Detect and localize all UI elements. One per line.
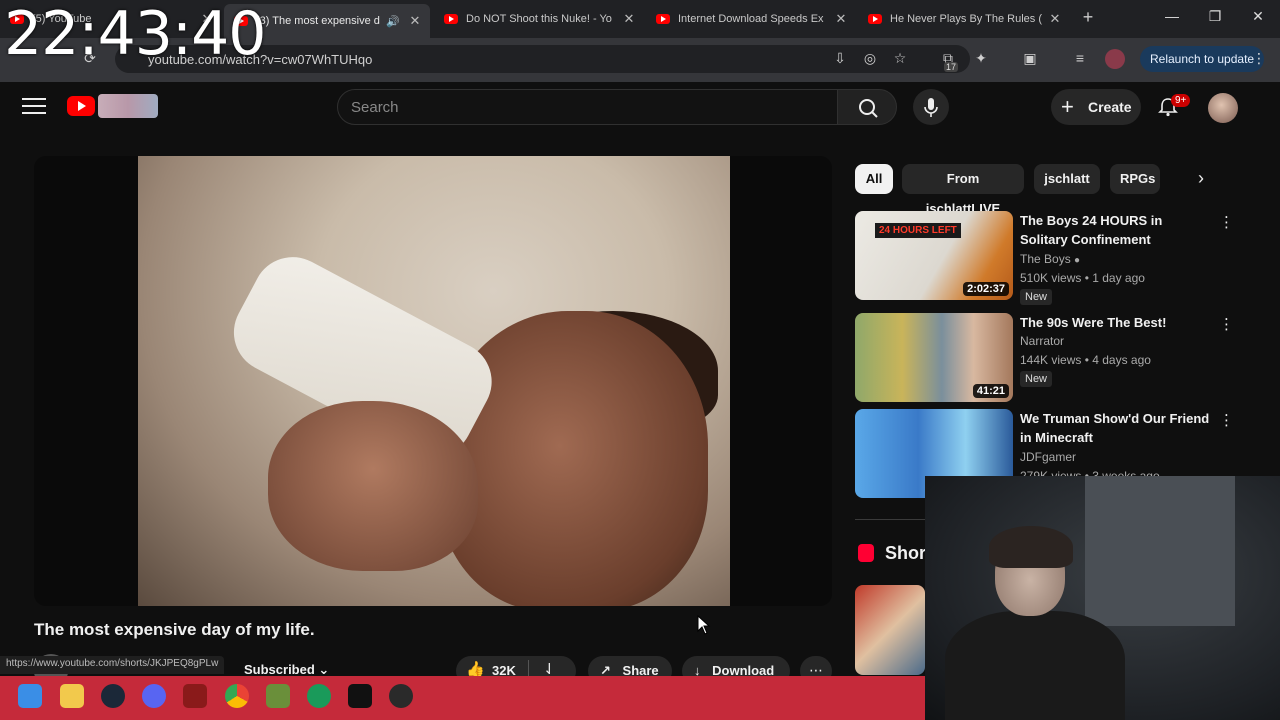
video-frame (138, 156, 730, 606)
video-duration: 2:02:37 (963, 282, 1009, 296)
new-badge: New (1020, 289, 1053, 305)
video-title: The most expensive day of my life. (34, 620, 315, 639)
speaker-icon[interactable]: 🔊 (386, 15, 400, 28)
doodle-logo[interactable] (98, 94, 158, 118)
maximize-button[interactable]: ❐ (1200, 8, 1230, 25)
new-tab-button[interactable]: + (1078, 7, 1098, 28)
youtube-favicon-icon (444, 14, 458, 24)
media-control-icon[interactable]: ≡ (1070, 50, 1090, 66)
chevron-down-icon: ⌄ (318, 662, 330, 677)
recommendation-title[interactable]: The Boys 24 HOURS in Solitary Confinemen… (1020, 211, 1210, 249)
recommendation-title[interactable]: The 90s Were The Best! (1020, 313, 1210, 332)
tab-download-speeds[interactable]: Internet Download Speeds Ex ✕ (646, 7, 856, 31)
account-avatar[interactable] (1208, 93, 1238, 123)
channel-name[interactable]: The Boys ● (1020, 252, 1080, 266)
new-badge: New (1020, 371, 1053, 387)
menu-kebab-icon[interactable]: ⋮ (1252, 50, 1266, 67)
video-thumbnail[interactable]: 41:21 (855, 313, 1013, 402)
roblox-icon[interactable] (183, 684, 207, 708)
obs-icon[interactable] (389, 684, 413, 708)
streamer-body (945, 611, 1125, 720)
section-divider (855, 519, 925, 520)
webcam-overlay (925, 476, 1280, 720)
search-placeholder: Search (351, 99, 399, 116)
channel-name[interactable]: Narrator (1020, 334, 1064, 348)
thumbnail-text: 24 HOURS LEFT (875, 223, 961, 238)
notification-badge: 9+ (1171, 94, 1191, 107)
windows-start-icon[interactable] (18, 684, 42, 708)
kebab-menu-icon[interactable]: ⋮ (1219, 213, 1234, 231)
tab-close-icon[interactable]: ✕ (406, 13, 424, 29)
hamburger-menu-icon[interactable] (22, 98, 46, 118)
verified-check-icon: ● (1074, 255, 1081, 266)
discord-icon[interactable] (142, 684, 166, 708)
webcam-background-wall (1085, 476, 1235, 626)
microphone-icon (924, 98, 938, 117)
puzzle-icon[interactable]: ✦ (971, 50, 991, 67)
clock-overlay: 22:43:40 (4, 0, 266, 69)
tab-close-icon[interactable]: ✕ (1046, 11, 1064, 27)
plus-icon: + (1061, 94, 1074, 119)
recommendation-item[interactable]: We Truman Show'd Our Friend in Minecraft… (855, 409, 1255, 498)
relaunch-button[interactable]: Relaunch to update (1140, 46, 1265, 72)
video-duration: 41:21 (972, 384, 1009, 398)
status-bar-url: https://www.youtube.com/shorts/JKJPEQ8gP… (0, 656, 225, 674)
chip-from-channel[interactable]: From jschlattLIVE (902, 164, 1024, 216)
chip-rpgs[interactable]: RPGs (1110, 164, 1160, 194)
tab-rules-video[interactable]: He Never Plays By The Rules ( ✕ (858, 7, 1070, 31)
search-icon (859, 99, 878, 118)
recommendation-item[interactable]: 41:21 The 90s Were The Best! Narrator 14… (855, 313, 1255, 403)
shorts-heading: Shorts (885, 543, 925, 563)
steam-icon[interactable] (101, 684, 125, 708)
short-thumbnail[interactable] (855, 585, 925, 675)
install-app-icon[interactable]: ⇩ (830, 50, 850, 67)
voice-search-button[interactable] (913, 89, 949, 125)
video-player[interactable] (34, 156, 832, 606)
chip-jschlatt[interactable]: jschlatt (1034, 164, 1100, 194)
profile-avatar-icon[interactable] (1105, 49, 1125, 69)
file-explorer-icon[interactable] (60, 684, 84, 708)
search-input[interactable] (337, 89, 838, 125)
search-button[interactable] (837, 89, 897, 125)
chrome-icon[interactable] (225, 684, 249, 708)
youtube-favicon-icon (868, 14, 882, 24)
streamer-hair (989, 526, 1073, 568)
channel-name[interactable]: JDFgamer (1020, 450, 1076, 464)
tab-nuke-video[interactable]: Do NOT Shoot this Nuke! - Yo ✕ (434, 7, 644, 31)
screen: (5) YouTube ✕ (3) The most expensive d 🔊… (0, 0, 1280, 720)
mouse-cursor-icon (697, 615, 711, 635)
kebab-menu-icon[interactable]: ⋮ (1219, 411, 1234, 429)
close-window-button[interactable]: ✕ (1243, 8, 1273, 25)
video-subject-hand (268, 401, 478, 571)
sidepanel-icon[interactable]: ▣ (1020, 50, 1040, 67)
video-thumbnail[interactable]: 24 HOURS LEFT 2:02:37 (855, 211, 1013, 300)
create-label: Create (1088, 99, 1132, 115)
xbox-icon[interactable] (307, 684, 331, 708)
minecraft-icon[interactable] (266, 684, 290, 708)
extension-badge: 17 (944, 62, 959, 72)
recommendation-title[interactable]: We Truman Show'd Our Friend in Minecraft (1020, 409, 1210, 447)
minimize-button[interactable]: — (1157, 8, 1187, 24)
chip-all[interactable]: All (855, 164, 893, 194)
kebab-menu-icon[interactable]: ⋮ (1219, 315, 1234, 333)
tab-close-icon[interactable]: ✕ (620, 11, 638, 27)
windows-taskbar (0, 676, 925, 720)
tab-close-icon[interactable]: ✕ (832, 11, 850, 27)
video-meta: 510K views • 1 day ago (1020, 271, 1145, 285)
recommendation-item[interactable]: 24 HOURS LEFT 2:02:37 The Boys 24 HOURS … (855, 211, 1255, 305)
chevron-right-icon[interactable]: › (1198, 168, 1204, 189)
video-meta: 144K views • 4 days ago (1020, 353, 1151, 367)
youtube-logo-icon[interactable] (67, 96, 95, 116)
tracking-off-icon[interactable]: ◎ (860, 50, 880, 67)
shorts-icon (858, 544, 874, 562)
editor-app-icon[interactable] (348, 684, 372, 708)
youtube-favicon-icon (656, 14, 670, 24)
bookmark-star-icon[interactable]: ☆ (890, 50, 910, 67)
